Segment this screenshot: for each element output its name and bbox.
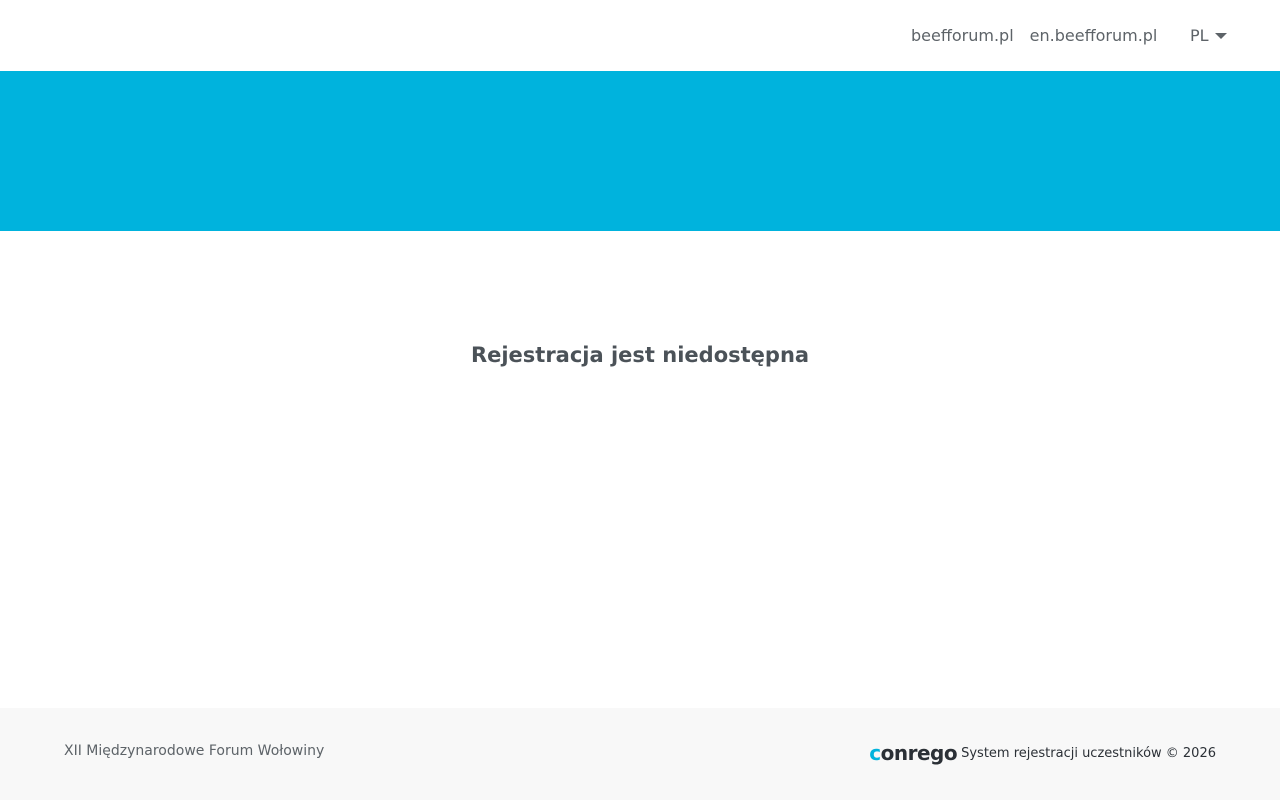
hero-banner: [0, 71, 1280, 231]
conrego-logo-rest: onrego: [880, 741, 958, 765]
top-navigation-bar: beefforum.pl en.beefforum.pl PL: [0, 0, 1280, 71]
header-links: beefforum.pl en.beefforum.pl: [911, 0, 1157, 71]
registration-unavailable-message: Rejestracja jest niedostępna: [470, 343, 810, 367]
link-beefforum-pl[interactable]: beefforum.pl: [911, 26, 1014, 45]
caret-down-icon: [1214, 33, 1227, 39]
footer-system-text: System rejestracji uczestników © 2026: [961, 745, 1216, 761]
link-en-beefforum-pl[interactable]: en.beefforum.pl: [1030, 26, 1158, 45]
conrego-logo-c: c: [869, 741, 881, 765]
language-selected-label: PL: [1190, 26, 1209, 45]
language-selector[interactable]: PL: [1190, 0, 1227, 71]
footer-event-name: XII Międzynarodowe Forum Wołowiny: [64, 743, 325, 759]
footer: XII Międzynarodowe Forum Wołowiny c onreg…: [0, 708, 1280, 800]
footer-brand: c onrego System rejestracji uczestników ©…: [869, 742, 1216, 764]
conrego-logo[interactable]: c onrego: [869, 742, 957, 764]
